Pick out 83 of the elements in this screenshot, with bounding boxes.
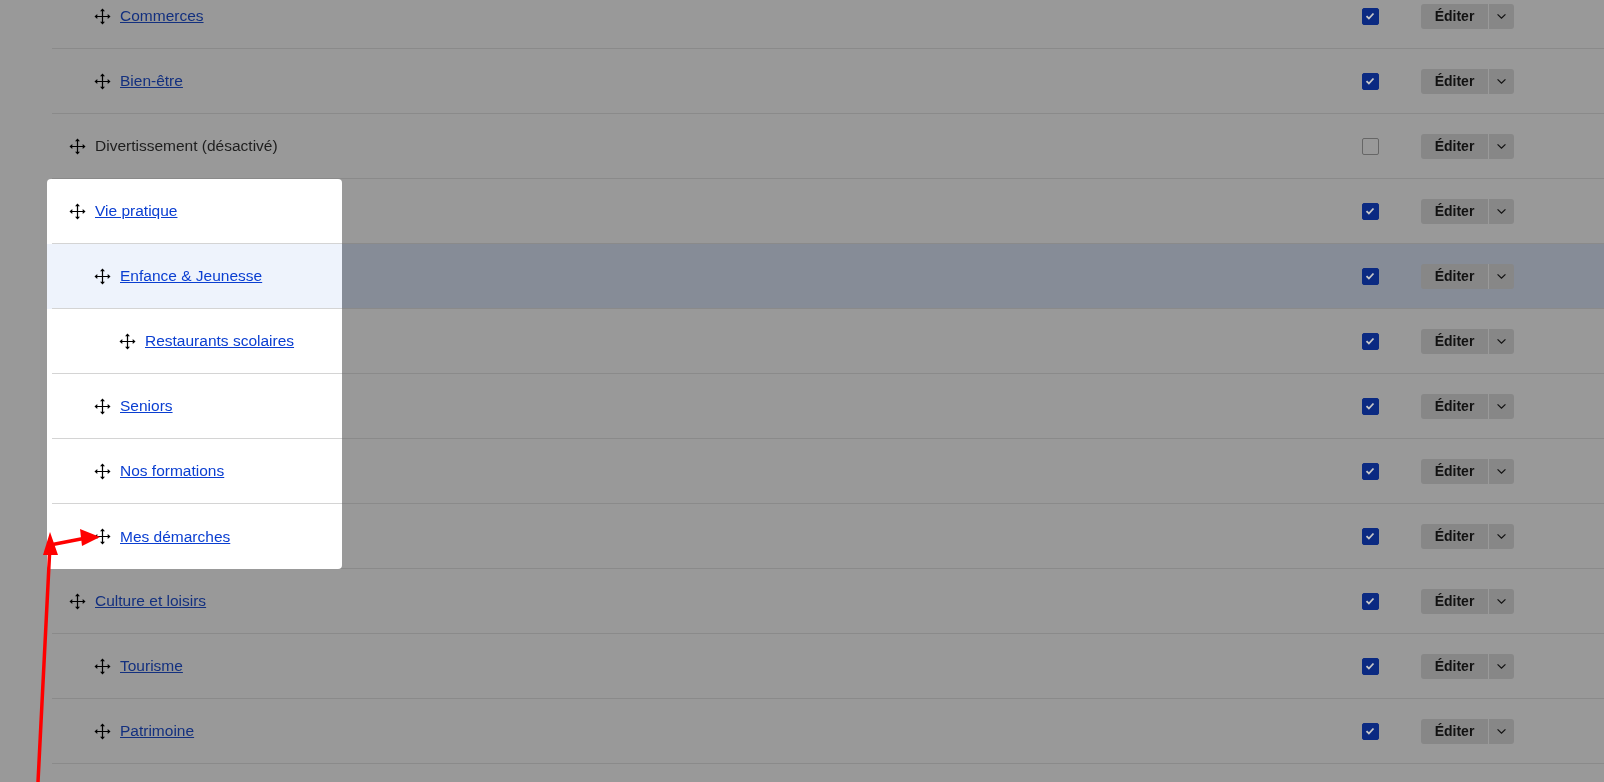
- menu-item-label: Divertissement (désactivé): [95, 137, 278, 155]
- menu-link[interactable]: Enfance & Jeunesse: [120, 267, 263, 285]
- drag-handle-icon[interactable]: [94, 528, 111, 545]
- drag-handle-icon[interactable]: [94, 657, 111, 675]
- checkmark-icon: [1364, 10, 1376, 22]
- caret-icon: [1496, 597, 1507, 605]
- edit-button[interactable]: Éditer: [1421, 458, 1489, 484]
- enabled-checkbox[interactable]: [1361, 722, 1379, 740]
- checkmark-icon: [1364, 725, 1376, 737]
- drag-handle-icon[interactable]: [94, 462, 111, 480]
- edit-button[interactable]: Éditer: [1421, 328, 1489, 354]
- drag-handle-icon[interactable]: [94, 722, 111, 740]
- drag-handle-icon[interactable]: [69, 592, 86, 610]
- edit-button[interactable]: Éditer: [1421, 653, 1489, 679]
- edit-button[interactable]: Éditer: [1421, 3, 1489, 29]
- checkmark-icon: [1364, 660, 1376, 672]
- checkmark-icon: [1364, 530, 1376, 542]
- caret-icon: [1496, 142, 1507, 150]
- caret-icon: [1496, 727, 1507, 735]
- caret-icon: [1496, 272, 1507, 280]
- enabled-checkbox[interactable]: [1361, 657, 1379, 675]
- enabled-checkbox[interactable]: [1361, 462, 1379, 480]
- caret-icon: [1496, 532, 1507, 540]
- caret-icon: [1496, 12, 1507, 20]
- dropdown-toggle[interactable]: [1489, 263, 1514, 289]
- dropdown-toggle[interactable]: [1489, 133, 1514, 159]
- edit-button[interactable]: Éditer: [1421, 68, 1489, 94]
- menu-link[interactable]: Culture et loisirs: [95, 592, 207, 610]
- edit-button[interactable]: Éditer: [1421, 393, 1489, 419]
- dropdown-toggle[interactable]: [1489, 588, 1514, 614]
- edit-button[interactable]: Éditer: [1421, 718, 1489, 744]
- edit-button[interactable]: Éditer: [1421, 263, 1489, 289]
- caret-icon: [1496, 662, 1507, 670]
- dropdown-toggle[interactable]: [1489, 653, 1514, 679]
- dropdown-toggle[interactable]: [1489, 328, 1514, 354]
- edit-button[interactable]: Éditer: [1421, 133, 1489, 159]
- checkmark-icon: [1364, 400, 1376, 412]
- caret-icon: [1496, 467, 1507, 475]
- dropdown-toggle[interactable]: [1489, 458, 1514, 484]
- checkmark-icon: [1364, 75, 1376, 87]
- edit-button[interactable]: Éditer: [1421, 523, 1489, 549]
- enabled-checkbox[interactable]: [1361, 592, 1379, 610]
- menu-link[interactable]: Commerces: [120, 7, 204, 25]
- checkmark-icon: [1364, 595, 1376, 607]
- enabled-checkbox[interactable]: [1361, 72, 1379, 90]
- dropdown-toggle[interactable]: [1489, 68, 1514, 94]
- enabled-checkbox[interactable]: [1361, 332, 1379, 350]
- menu-link[interactable]: Restaurants scolaires: [145, 332, 295, 350]
- caret-icon: [1496, 207, 1507, 215]
- menu-link[interactable]: Mes démarches: [120, 527, 231, 546]
- menu-link[interactable]: Nos formations: [120, 462, 225, 480]
- menu-link[interactable]: Bien-être: [120, 72, 183, 90]
- checkmark-icon: [1364, 205, 1376, 217]
- drag-handle-icon[interactable]: [94, 7, 111, 25]
- menu-link[interactable]: Seniors: [120, 397, 173, 415]
- edit-button[interactable]: Éditer: [1421, 198, 1489, 224]
- enabled-checkbox[interactable]: [1361, 397, 1379, 415]
- menu-link[interactable]: Patrimoine: [120, 722, 195, 740]
- enabled-checkbox[interactable]: [1361, 137, 1379, 155]
- drag-handle-icon[interactable]: [69, 202, 86, 220]
- caret-icon: [1496, 337, 1507, 345]
- checkmark-icon: [1364, 335, 1376, 347]
- drag-handle-icon[interactable]: [94, 267, 111, 285]
- menu-link[interactable]: Vie pratique: [95, 202, 178, 220]
- checkmark-icon: [1364, 270, 1376, 282]
- drag-handle-icon[interactable]: [94, 72, 111, 90]
- enabled-checkbox[interactable]: [1361, 202, 1379, 220]
- edit-button[interactable]: Éditer: [1421, 588, 1489, 614]
- checkmark-icon: [1364, 465, 1376, 477]
- enabled-checkbox[interactable]: [1361, 267, 1379, 285]
- enabled-checkbox[interactable]: [1361, 7, 1379, 25]
- dropdown-toggle[interactable]: [1489, 3, 1514, 29]
- drag-handle-icon[interactable]: [69, 137, 86, 155]
- caret-icon: [1496, 402, 1507, 410]
- caret-icon: [1496, 77, 1507, 85]
- enabled-checkbox[interactable]: [1361, 527, 1379, 545]
- dropdown-toggle[interactable]: [1489, 198, 1514, 224]
- drag-handle-icon[interactable]: [119, 332, 136, 350]
- menu-link[interactable]: Tourisme: [120, 657, 183, 675]
- drag-handle-icon[interactable]: [94, 397, 111, 415]
- dropdown-toggle[interactable]: [1489, 718, 1514, 744]
- dropdown-toggle[interactable]: [1489, 523, 1514, 549]
- dropdown-toggle[interactable]: [1489, 393, 1514, 419]
